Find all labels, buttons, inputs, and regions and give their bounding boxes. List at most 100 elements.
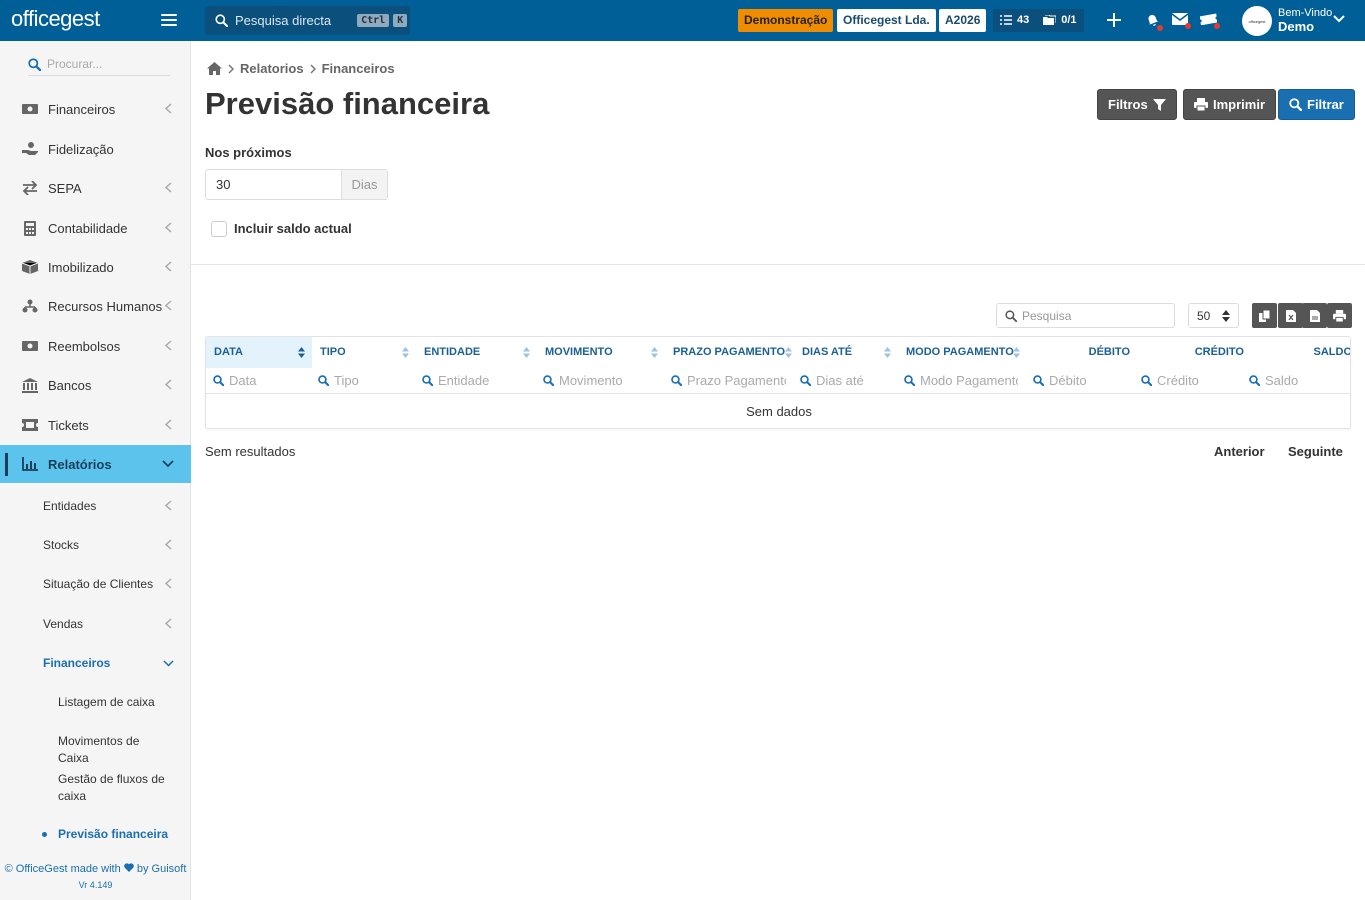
messages-envelope-icon[interactable] (1171, 13, 1191, 29)
sidebar-subitem-vendas[interactable]: Vendas (0, 607, 191, 641)
filter-dias-ate-input[interactable]: Dias até (800, 368, 898, 393)
column-header-debito[interactable]: DÉBITO (1022, 337, 1130, 368)
sidebar-item-contabilidade[interactable]: Contabilidade (0, 209, 191, 247)
pdf-export-button[interactable] (1302, 303, 1327, 328)
sidebar-link-listagem-caixa[interactable]: Listagem de caixa (0, 694, 191, 711)
section-divider (191, 264, 1365, 265)
shortcut-key-k: K (393, 14, 408, 27)
chevron-right-icon (310, 63, 316, 74)
year-badge[interactable]: A2026 (939, 9, 987, 32)
filters-button[interactable]: Filtros (1097, 89, 1177, 120)
excel-export-button[interactable] (1278, 303, 1303, 328)
sidebar-search-input[interactable]: Procurar... (28, 53, 170, 76)
sidebar-item-sepa[interactable]: SEPA (0, 169, 191, 207)
chevron-left-icon (165, 618, 172, 629)
home-icon[interactable] (207, 62, 222, 75)
filter-data-input[interactable]: Data (213, 368, 312, 393)
tasks-docs-badge[interactable]: 43 0/1 (993, 9, 1084, 32)
column-header-data[interactable]: DATA (206, 337, 312, 368)
column-header-modo-pagamento[interactable]: MODO PAGAMENTO (898, 337, 1022, 368)
notifications-bell-icon[interactable] (1145, 12, 1163, 31)
docs-count: 0/1 (1061, 14, 1077, 26)
search-icon (1033, 375, 1044, 386)
task-list-icon (1000, 15, 1012, 25)
column-header-movimento[interactable]: MOVIMENTO (537, 337, 665, 368)
sidebar-item-imobilizado[interactable]: Imobilizado (0, 248, 191, 286)
sidebar-subitem-situacao-clientes[interactable]: Situação de Clientes (0, 567, 191, 601)
sort-asc-icon (298, 347, 305, 358)
filter-prazo-pagamento-input[interactable]: Prazo Pagamento (671, 368, 786, 393)
breadcrumb-relatorios[interactable]: Relatorios (240, 61, 304, 76)
sidebar-item-tickets[interactable]: Tickets (0, 406, 191, 444)
filter-modo-pagamento-input[interactable]: Modo Pagamento (904, 368, 1018, 393)
filter-button-label: Filtrar (1307, 97, 1344, 112)
search-icon (800, 375, 811, 386)
sidebar-item-fidelizacao[interactable]: Fidelização (0, 130, 191, 168)
heart-icon (123, 863, 134, 872)
sidebar-item-relatorios[interactable]: Relatórios (0, 445, 191, 483)
sidebar-subitem-financeiros[interactable]: Financeiros (0, 646, 191, 680)
excel-file-icon (1285, 309, 1296, 322)
days-input[interactable]: 30 (206, 170, 341, 199)
sidebar-item-financeiros[interactable]: Financeiros (0, 90, 191, 128)
filter-button[interactable]: Filtrar (1278, 89, 1355, 120)
column-header-entidade[interactable]: ENTIDADE (416, 337, 537, 368)
sidebar-link-previsao-financeira[interactable]: Previsão financeira (0, 826, 191, 843)
plus-icon[interactable] (1107, 13, 1121, 27)
pagination-next[interactable]: Seguinte (1288, 444, 1343, 459)
demo-badge[interactable]: Demonstração (738, 9, 834, 32)
tasks-counter[interactable]: 43 (993, 9, 1036, 32)
sidebar-item-reembolsos[interactable]: Reembolsos (0, 327, 191, 365)
column-header-saldo[interactable]: SALDO (1244, 337, 1351, 368)
tickets-icon[interactable] (1199, 13, 1220, 29)
hamburger-menu-icon[interactable] (161, 14, 177, 27)
copy-icon (1258, 309, 1270, 322)
ticket-dot (1214, 23, 1220, 29)
chevron-left-icon (165, 379, 172, 390)
days-input-group: 30 Dias (205, 169, 388, 200)
filter-saldo-input[interactable]: Saldo (1249, 368, 1349, 393)
sidebar-item-label: Fidelização (48, 141, 114, 157)
sidebar-subitem-stocks[interactable]: Stocks (0, 528, 191, 562)
active-indicator (5, 453, 8, 476)
print-table-button[interactable] (1327, 303, 1352, 328)
filter-tipo-input[interactable]: Tipo (318, 368, 416, 393)
notification-dot (1157, 25, 1163, 31)
user-menu[interactable]: Bem-Vindo Demo (1278, 7, 1332, 34)
filter-entidade-input[interactable]: Entidade (422, 368, 537, 393)
filter-debito-input[interactable]: Débito (1033, 368, 1130, 393)
docs-counter[interactable]: 0/1 (1036, 9, 1083, 32)
column-header-dias-ate[interactable]: DIAS ATÉ (794, 337, 898, 368)
search-icon (318, 375, 329, 386)
sidebar-item-recursos-humanos[interactable]: Recursos Humanos (0, 287, 191, 325)
chart-icon (22, 456, 38, 472)
column-header-prazo-pagamento[interactable]: PRAZO PAGAMENTO (665, 337, 794, 368)
sidebar-item-bancos[interactable]: Bancos (0, 366, 191, 404)
sidebar-link-gestao-fluxos-caixa[interactable]: Gestão de fluxos de caixa (0, 771, 191, 805)
include-balance-checkbox[interactable] (211, 221, 227, 237)
copy-export-button[interactable] (1252, 303, 1277, 328)
include-balance-label[interactable]: Incluir saldo actual (234, 221, 352, 236)
company-badge[interactable]: Officegest Lda. (837, 9, 936, 32)
print-button[interactable]: Imprimir (1183, 89, 1277, 120)
officegest-logo[interactable]: officegest (11, 6, 100, 32)
table-search-input[interactable]: Pesquisa (996, 303, 1175, 328)
search-icon (904, 375, 915, 386)
filter-credito-input[interactable]: Crédito (1141, 368, 1244, 393)
breadcrumb-financeiros[interactable]: Financeiros (322, 61, 395, 76)
page-size-select[interactable]: 50 (1188, 303, 1239, 328)
sidebar-link-movimentos-caixa[interactable]: Movimentos de Caixa (0, 733, 191, 767)
user-avatar[interactable]: officegest (1242, 6, 1272, 36)
chevron-down-icon[interactable] (1333, 15, 1345, 23)
filter-movimento-input[interactable]: Movimento (543, 368, 665, 393)
file-icon (1309, 309, 1320, 322)
pagination-previous[interactable]: Anterior (1214, 444, 1265, 459)
bank-icon (22, 377, 38, 393)
column-header-credito[interactable]: CRÉDITO (1130, 337, 1244, 368)
breadcrumb: Relatorios Financeiros (207, 61, 395, 76)
column-header-tipo[interactable]: TIPO (312, 337, 416, 368)
global-search-input[interactable]: Pesquisa directa Ctrl K (205, 6, 410, 35)
sidebar-subitem-entidades[interactable]: Entidades (0, 489, 191, 523)
chevron-left-icon (165, 103, 172, 114)
sidebar-item-label: Reembolsos (48, 338, 121, 354)
